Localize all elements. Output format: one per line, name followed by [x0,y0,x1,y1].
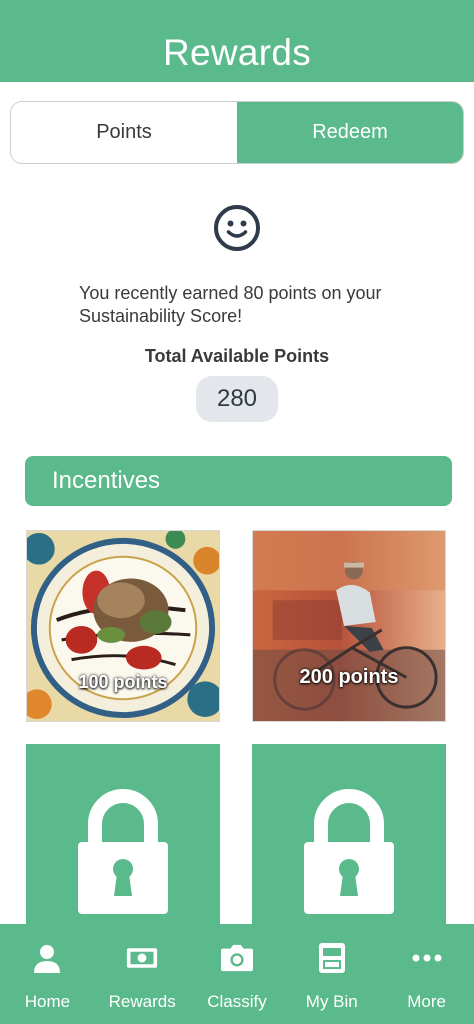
incentive-points-label: 100 points [78,672,168,692]
incentive-card-cycling[interactable]: 200 points [252,530,446,722]
locked-incentive-card[interactable] [252,744,446,944]
cash-icon [126,942,158,974]
tab-redeem[interactable]: Redeem [237,102,463,163]
nav-label: Rewards [108,992,176,1011]
lock-icon [304,789,394,914]
nav-rewards[interactable]: Rewards [95,924,190,1024]
points-redeem-toggle: Points Redeem [10,101,464,164]
rewards-screen: Rewards Points Redeem You recently earne… [0,0,474,1024]
incentives-header: Incentives [25,456,452,506]
nav-label: Home [24,992,71,1011]
nav-label: More [407,992,446,1011]
more-dots-icon [411,942,443,974]
recent-points-message: You recently earned 80 points on your Su… [79,283,382,326]
total-points-value: 280 [196,376,278,422]
bin-icon [316,942,348,974]
incentive-card-food[interactable]: 100 points [26,530,220,722]
incentive-points-label: 200 points [299,666,399,688]
locked-incentive-card[interactable] [26,744,220,944]
bottom-navigation: Home Rewards Classify My Bin More [0,924,474,1024]
tab-points[interactable]: Points [11,102,237,163]
nav-label: Classify [207,992,267,1011]
smiley-face-icon [214,205,260,251]
nav-label: My Bin [305,992,358,1011]
camera-icon [220,942,253,974]
nav-classify[interactable]: Classify [190,924,285,1024]
header-bar: Rewards [0,0,474,82]
person-icon [31,942,63,974]
nav-more[interactable]: More [379,924,474,1024]
nav-home[interactable]: Home [0,924,95,1024]
lock-icon [78,789,168,914]
nav-my-bin[interactable]: My Bin [284,924,379,1024]
cyclist-photo [253,531,445,721]
total-points-label: Total Available Points [144,346,330,366]
incentives-title: Incentives [52,467,161,494]
page-title: Rewards [162,32,312,73]
